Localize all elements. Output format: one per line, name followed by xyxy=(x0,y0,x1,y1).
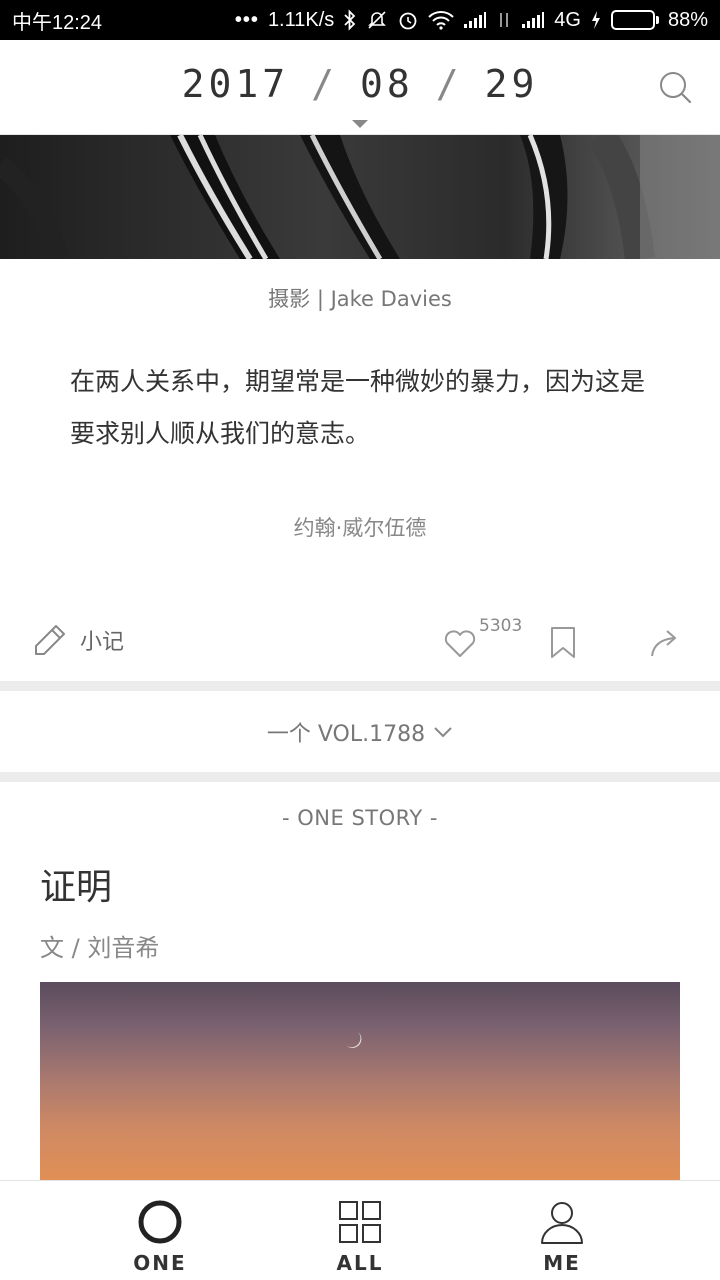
date-day: 29 xyxy=(484,62,539,106)
daily-quote: 在两人关系中，期望常是一种微妙的暴力，因为这是要求别人顺从我们的意志。 xyxy=(70,367,646,448)
status-bar: 中午12:24 ••• 1.11K/s 4G 88% xyxy=(0,0,720,40)
card-actions: 小记 5303 xyxy=(0,606,720,678)
date-picker[interactable]: 2017 / 08 / 29 xyxy=(0,62,720,106)
one-circle-icon xyxy=(138,1200,182,1244)
date-month: 08 xyxy=(359,62,414,106)
wifi-icon xyxy=(428,10,454,30)
heart-icon xyxy=(444,630,476,657)
bookmark-icon xyxy=(551,627,575,658)
status-time: 中午12:24 xyxy=(12,11,103,34)
nav-tab-me[interactable]: ME xyxy=(492,1181,632,1280)
nav-label-all: ALL xyxy=(336,1251,384,1275)
photo-credit: 摄影 | Jake Davies xyxy=(268,287,452,311)
more-dots: ••• xyxy=(234,8,259,31)
network-type: 4G xyxy=(554,8,581,31)
nav-label-one: ONE xyxy=(133,1251,187,1275)
signal-icon xyxy=(521,11,545,29)
grid-icon xyxy=(339,1201,381,1243)
nav-label-me: ME xyxy=(543,1251,581,1275)
date-header: 2017 / 08 / 29 xyxy=(0,40,720,135)
daily-photo[interactable] xyxy=(0,135,720,259)
search-icon xyxy=(660,72,692,104)
story-tag: - ONE STORY - xyxy=(282,806,438,830)
bottom-nav: ONE ALL ME xyxy=(0,1180,720,1280)
section-divider xyxy=(0,772,720,782)
battery-icon xyxy=(610,10,659,30)
bookmark-button[interactable] xyxy=(548,626,578,660)
section-divider xyxy=(0,681,720,691)
signal-icon xyxy=(463,11,487,29)
charging-icon xyxy=(590,10,602,30)
note-button[interactable]: 小记 xyxy=(30,620,124,660)
nav-tab-one[interactable]: ONE xyxy=(90,1181,230,1280)
data-arrows-icon xyxy=(496,10,512,30)
nav-tab-all[interactable]: ALL xyxy=(290,1181,430,1280)
story-author: 文 / 刘音希 xyxy=(40,934,160,962)
volume-label: 一个 VOL.1788 xyxy=(266,721,426,747)
story-cover-image[interactable] xyxy=(40,982,680,1180)
chevron-down-icon xyxy=(434,726,452,737)
share-button[interactable] xyxy=(648,626,682,660)
battery-text: 88% xyxy=(667,8,708,31)
quote-author: 约翰·威尔伍德 xyxy=(293,516,427,540)
person-icon xyxy=(541,1202,583,1244)
pencil-icon xyxy=(35,625,65,655)
moon-icon xyxy=(347,1032,362,1048)
date-separator: / xyxy=(311,62,338,106)
note-label: 小记 xyxy=(80,630,125,655)
mute-icon xyxy=(366,9,388,31)
share-icon xyxy=(651,630,676,657)
like-count: 5303 xyxy=(479,616,523,636)
chevron-down-icon[interactable] xyxy=(352,120,368,128)
story-title[interactable]: 证明 xyxy=(40,858,112,910)
alarm-icon xyxy=(397,9,419,31)
date-separator: / xyxy=(435,62,463,106)
volume-selector[interactable]: 一个 VOL.1788 xyxy=(0,691,720,772)
date-year: 2017 xyxy=(181,62,290,106)
network-speed: 1.11K/s xyxy=(267,8,335,31)
search-button[interactable] xyxy=(656,68,696,108)
bluetooth-icon xyxy=(343,9,357,31)
like-button[interactable] xyxy=(442,626,478,662)
daily-photo-image xyxy=(0,135,720,259)
